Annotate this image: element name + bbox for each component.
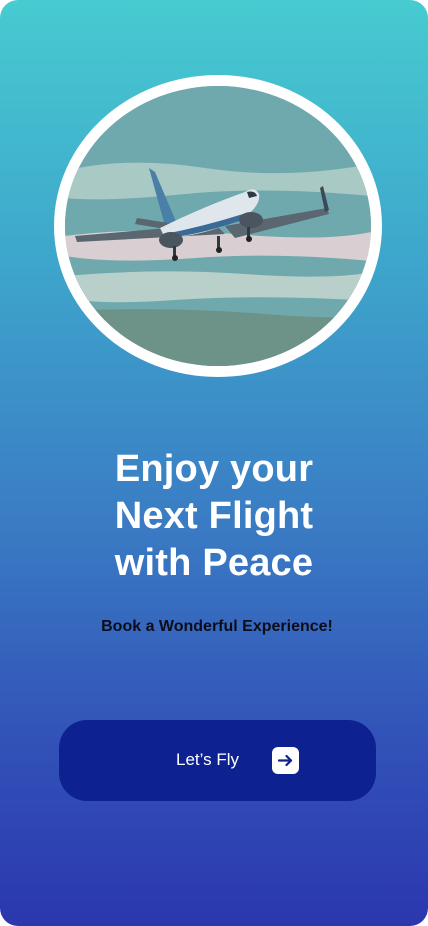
onboarding-screen: Enjoy your Next Flight with Peace Book a…	[0, 0, 428, 926]
lets-fly-button-label: Let’s Fly	[176, 750, 239, 769]
airplane-hero-image	[65, 86, 371, 366]
headline-line-1: Enjoy your	[114, 448, 314, 490]
headline-line-3: with Peace	[114, 542, 314, 584]
hero-image-frame	[54, 75, 382, 377]
subtitle: Book a Wonderful Experience!	[101, 618, 333, 635]
arrow-right-icon	[272, 747, 299, 774]
lets-fly-button[interactable]: Let’s Fly	[59, 720, 376, 801]
headline-line-2: Next Flight	[114, 495, 314, 537]
airplane-illustration	[65, 86, 371, 366]
headline: Enjoy your Next Flight with Peace	[0, 446, 428, 587]
